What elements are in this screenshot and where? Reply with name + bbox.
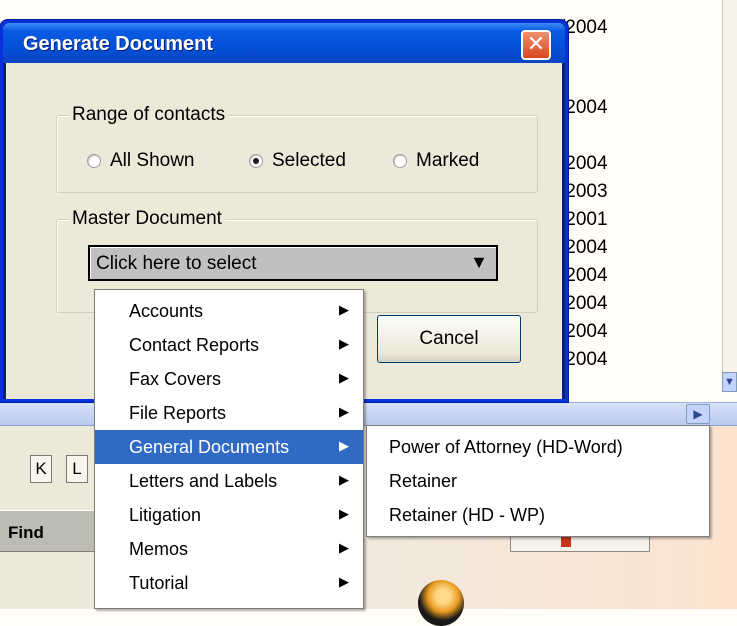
range-group-label: Range of contacts xyxy=(69,104,229,126)
radio-all-shown[interactable]: All Shown xyxy=(87,150,195,172)
submenu-item-retainer-hd-wp[interactable]: Retainer (HD - WP) xyxy=(367,498,709,532)
dialog-title: Generate Document xyxy=(23,33,214,55)
menu-item-label: Letters and Labels xyxy=(129,470,278,491)
submenu-arrow-icon: ▶ xyxy=(339,472,349,487)
submenu-arrow-icon: ▶ xyxy=(339,574,349,589)
letter-k-button[interactable]: K xyxy=(30,455,52,483)
menu-item-contact-reports[interactable]: Contact Reports ▶ xyxy=(95,328,363,362)
radio-label: All Shown xyxy=(110,150,195,171)
document-category-menu: Accounts ▶ Contact Reports ▶ Fax Covers ▶ F… xyxy=(94,289,364,609)
select-value: Click here to select xyxy=(96,253,257,274)
submenu-arrow-icon: ▶ xyxy=(339,438,349,453)
submenu-arrow-icon: ▶ xyxy=(339,370,349,385)
find-header[interactable]: Find xyxy=(0,510,100,552)
master-group-label: Master Document xyxy=(69,208,225,230)
dialog-titlebar[interactable]: Generate Document ✕ xyxy=(3,23,565,63)
radio-label: Marked xyxy=(416,150,480,171)
range-of-contacts-group: Range of contacts All Shown Selected Mar… xyxy=(56,104,538,193)
menu-item-label: Memos xyxy=(129,538,189,559)
menu-item-label: Litigation xyxy=(129,504,202,525)
dropdown-arrow-icon[interactable]: ▼ xyxy=(470,252,488,273)
radio-label: Selected xyxy=(272,150,346,171)
menu-item-tutorial[interactable]: Tutorial ▶ xyxy=(95,566,363,600)
menu-item-fax-covers[interactable]: Fax Covers ▶ xyxy=(95,362,363,396)
submenu-arrow-icon: ▶ xyxy=(339,540,349,555)
letter-l-button[interactable]: L xyxy=(66,455,88,483)
menu-item-file-reports[interactable]: File Reports ▶ xyxy=(95,396,363,430)
submenu-arrow-icon: ▶ xyxy=(339,404,349,419)
close-icon[interactable]: ✕ xyxy=(521,30,551,60)
menu-item-label: General Documents xyxy=(129,436,290,457)
menu-item-letters-and-labels[interactable]: Letters and Labels ▶ xyxy=(95,464,363,498)
radio-button-icon[interactable] xyxy=(393,154,407,168)
menu-item-memos[interactable]: Memos ▶ xyxy=(95,532,363,566)
scroll-right-icon[interactable]: ▶ xyxy=(686,404,710,424)
submenu-item-retainer[interactable]: Retainer xyxy=(367,464,709,498)
menu-item-accounts[interactable]: Accounts ▶ xyxy=(95,294,363,328)
submenu-arrow-icon: ▶ xyxy=(339,302,349,317)
radio-marked[interactable]: Marked xyxy=(393,150,479,172)
cancel-button[interactable]: Cancel xyxy=(377,315,521,363)
menu-item-label: Accounts xyxy=(129,300,204,321)
menu-item-litigation[interactable]: Litigation ▶ xyxy=(95,498,363,532)
app-logo-icon xyxy=(418,580,464,626)
radio-button-icon[interactable] xyxy=(87,154,101,168)
menu-item-general-documents[interactable]: General Documents ▶ xyxy=(95,430,363,464)
master-document-select[interactable]: Click here to select ▼ xyxy=(88,245,498,281)
general-documents-submenu: Power of Attorney (HD-Word) Retainer Ret… xyxy=(366,425,710,537)
scroll-down-icon[interactable]: ▼ xyxy=(722,372,737,392)
partial-list-row xyxy=(0,0,720,4)
menu-item-label: Contact Reports xyxy=(129,334,260,355)
submenu-arrow-icon: ▶ xyxy=(339,506,349,521)
menu-item-label: File Reports xyxy=(129,402,227,423)
radio-selected[interactable]: Selected xyxy=(249,150,346,172)
submenu-arrow-icon: ▶ xyxy=(339,336,349,351)
menu-item-label: Fax Covers xyxy=(129,368,222,389)
radio-button-checked-icon[interactable] xyxy=(249,154,263,168)
menu-item-label: Tutorial xyxy=(129,572,189,593)
vertical-scrollbar[interactable] xyxy=(722,0,737,392)
submenu-item-power-of-attorney[interactable]: Power of Attorney (HD-Word) xyxy=(367,430,709,464)
